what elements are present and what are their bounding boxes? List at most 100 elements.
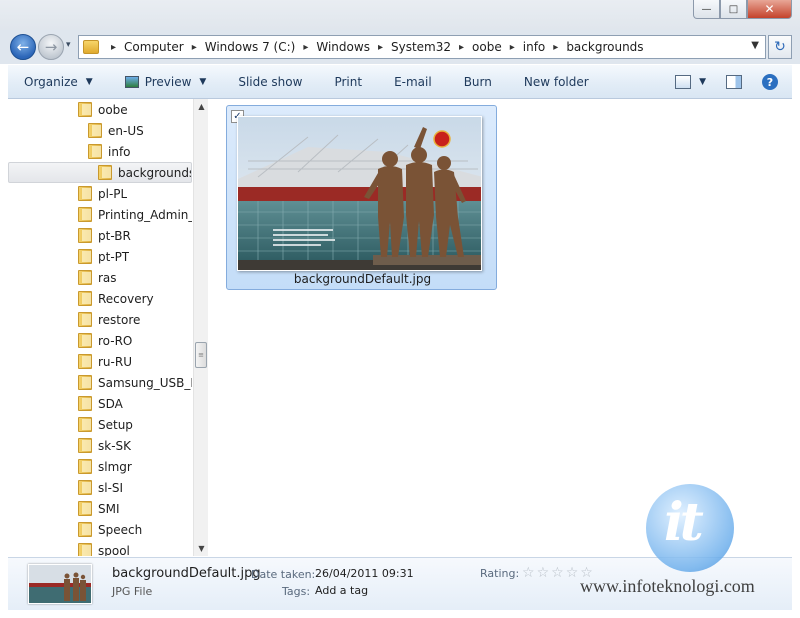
breadcrumb-separator[interactable]: ▸	[553, 42, 558, 53]
print-button[interactable]: Print	[318, 65, 378, 99]
details-file-name: backgroundDefault.jpg	[112, 566, 261, 581]
help-icon[interactable]: ?	[762, 74, 778, 90]
recent-pages-icon[interactable]: ▾	[66, 40, 71, 50]
tree-item[interactable]: Printing_Admin_Scripts	[8, 204, 192, 225]
minimize-button[interactable]: —	[693, 0, 720, 19]
tree-item[interactable]: Speech	[8, 519, 192, 540]
folder-icon	[88, 144, 102, 159]
breadcrumb-backgrounds[interactable]: backgrounds	[566, 40, 643, 54]
breadcrumb-separator[interactable]: ▸	[378, 42, 383, 53]
view-controls: ▼ ?	[675, 65, 792, 99]
tree-item-label: restore	[98, 312, 141, 327]
folder-icon	[78, 501, 92, 516]
folder-icon	[78, 438, 92, 453]
star-icon[interactable]: ☆	[537, 565, 550, 581]
new-folder-button[interactable]: New folder	[508, 65, 605, 99]
view-options-chevron-icon[interactable]: ▼	[699, 77, 706, 87]
close-button[interactable]: ✕	[747, 0, 792, 19]
tree-item[interactable]: Samsung_USB_Drivers	[8, 372, 192, 393]
folder-icon	[78, 249, 92, 264]
tree-item[interactable]: en-US	[8, 120, 192, 141]
scroll-down-arrow-icon[interactable]: ▼	[194, 541, 209, 556]
organize-button[interactable]: Organize ▼	[8, 65, 109, 99]
tree-item[interactable]: pt-PT	[8, 246, 192, 267]
back-button[interactable]: ←	[10, 34, 36, 60]
watermark-logo: it	[664, 492, 704, 553]
address-bar[interactable]: ▸ Computer ▸ Windows 7 (C:) ▸ Windows ▸ …	[78, 35, 766, 59]
tags-value[interactable]: Add a tag	[315, 584, 368, 597]
folder-icon	[98, 165, 112, 180]
tree-item[interactable]: restore	[8, 309, 192, 330]
address-dropdown-icon[interactable]: ▼	[751, 40, 759, 51]
breadcrumb-oobe[interactable]: oobe	[472, 40, 502, 54]
slideshow-button[interactable]: Slide show	[222, 65, 318, 99]
tree-item[interactable]: spool	[8, 540, 192, 556]
date-taken-value[interactable]: 26/04/2011 09:31	[315, 567, 414, 580]
breadcrumb-info[interactable]: info	[523, 40, 546, 54]
tree-item[interactable]: Recovery	[8, 288, 192, 309]
burn-button[interactable]: Burn	[448, 65, 508, 99]
file-name-label[interactable]: backgroundDefault.jpg	[227, 272, 498, 286]
tree-item[interactable]: SMI	[8, 498, 192, 519]
tree-item-label: Printing_Admin_Scripts	[98, 207, 192, 222]
folder-icon	[78, 354, 92, 369]
date-taken-label: Date taken:	[251, 568, 316, 581]
tree-item-label: en-US	[108, 123, 144, 138]
tree-item-label: Samsung_USB_Drivers	[98, 375, 192, 390]
tree-item[interactable]: Setup	[8, 414, 192, 435]
tree-item-label: backgrounds	[118, 165, 191, 180]
file-item[interactable]: ✓ backgroundDefault.jpg	[226, 105, 497, 290]
breadcrumb-separator[interactable]: ▸	[303, 42, 308, 53]
tree-item[interactable]: sk-SK	[8, 435, 192, 456]
email-button[interactable]: E-mail	[378, 65, 448, 99]
folder-icon	[78, 417, 92, 432]
folder-icon	[88, 123, 102, 138]
preview-pane-icon[interactable]	[726, 75, 742, 89]
tree-item-label: pt-BR	[98, 228, 131, 243]
navigation-pane[interactable]: oobe en-US info backgrounds pl-PL Printing_Ad…	[8, 99, 208, 556]
scroll-thumb[interactable]: ≡	[195, 342, 207, 368]
tree-item[interactable]: SDA	[8, 393, 192, 414]
tree-item[interactable]: ro-RO	[8, 330, 192, 351]
breadcrumb-system32[interactable]: System32	[391, 40, 451, 54]
window-controls: — □ ✕	[693, 0, 792, 19]
tree-item[interactable]: pt-BR	[8, 225, 192, 246]
breadcrumb-drive[interactable]: Windows 7 (C:)	[205, 40, 296, 54]
tree-item[interactable]: oobe	[8, 99, 192, 120]
breadcrumb-separator[interactable]: ▸	[192, 42, 197, 53]
tree-item[interactable]: ras	[8, 267, 192, 288]
breadcrumb-separator[interactable]: ▸	[459, 42, 464, 53]
tree-item[interactable]: ru-RU	[8, 351, 192, 372]
tree-item[interactable]: slmgr	[8, 456, 192, 477]
scroll-up-arrow-icon[interactable]: ▲	[194, 99, 209, 114]
folder-icon	[78, 228, 92, 243]
refresh-button[interactable]: ↻	[768, 35, 792, 59]
breadcrumb-separator[interactable]: ▸	[510, 42, 515, 53]
maximize-button[interactable]: □	[720, 0, 747, 19]
address-row: ← → ▾ ▸ Computer ▸ Windows 7 (C:) ▸ Wind…	[0, 30, 800, 64]
breadcrumb-windows[interactable]: Windows	[316, 40, 370, 54]
image-thumbnail[interactable]	[237, 116, 482, 271]
star-icon[interactable]: ☆	[551, 565, 564, 581]
change-view-icon[interactable]	[675, 75, 692, 89]
folder-icon	[78, 291, 92, 306]
folder-icon	[78, 375, 92, 390]
breadcrumb-computer[interactable]: Computer	[124, 40, 184, 54]
tree-item[interactable]: pl-PL	[8, 183, 192, 204]
organize-label: Organize	[24, 74, 78, 89]
details-file-type: JPG File	[112, 585, 153, 598]
star-icon[interactable]: ☆	[566, 565, 579, 581]
tree-item[interactable]: info	[8, 141, 192, 162]
navigation-scrollbar[interactable]: ▲ ≡ ▼	[193, 99, 208, 556]
tree-item[interactable]: backgrounds	[8, 162, 192, 183]
folder-icon	[78, 480, 92, 495]
star-icon[interactable]: ☆	[522, 565, 535, 581]
folder-icon	[78, 459, 92, 474]
breadcrumb-separator[interactable]: ▸	[111, 42, 116, 53]
preview-button[interactable]: Preview ▼	[109, 65, 223, 99]
tree-item[interactable]: sl-SI	[8, 477, 192, 498]
forward-button[interactable]: →	[38, 34, 64, 60]
preview-label: Preview	[144, 74, 192, 89]
tree-item-label: sk-SK	[98, 438, 132, 453]
tags-label: Tags:	[282, 585, 311, 598]
